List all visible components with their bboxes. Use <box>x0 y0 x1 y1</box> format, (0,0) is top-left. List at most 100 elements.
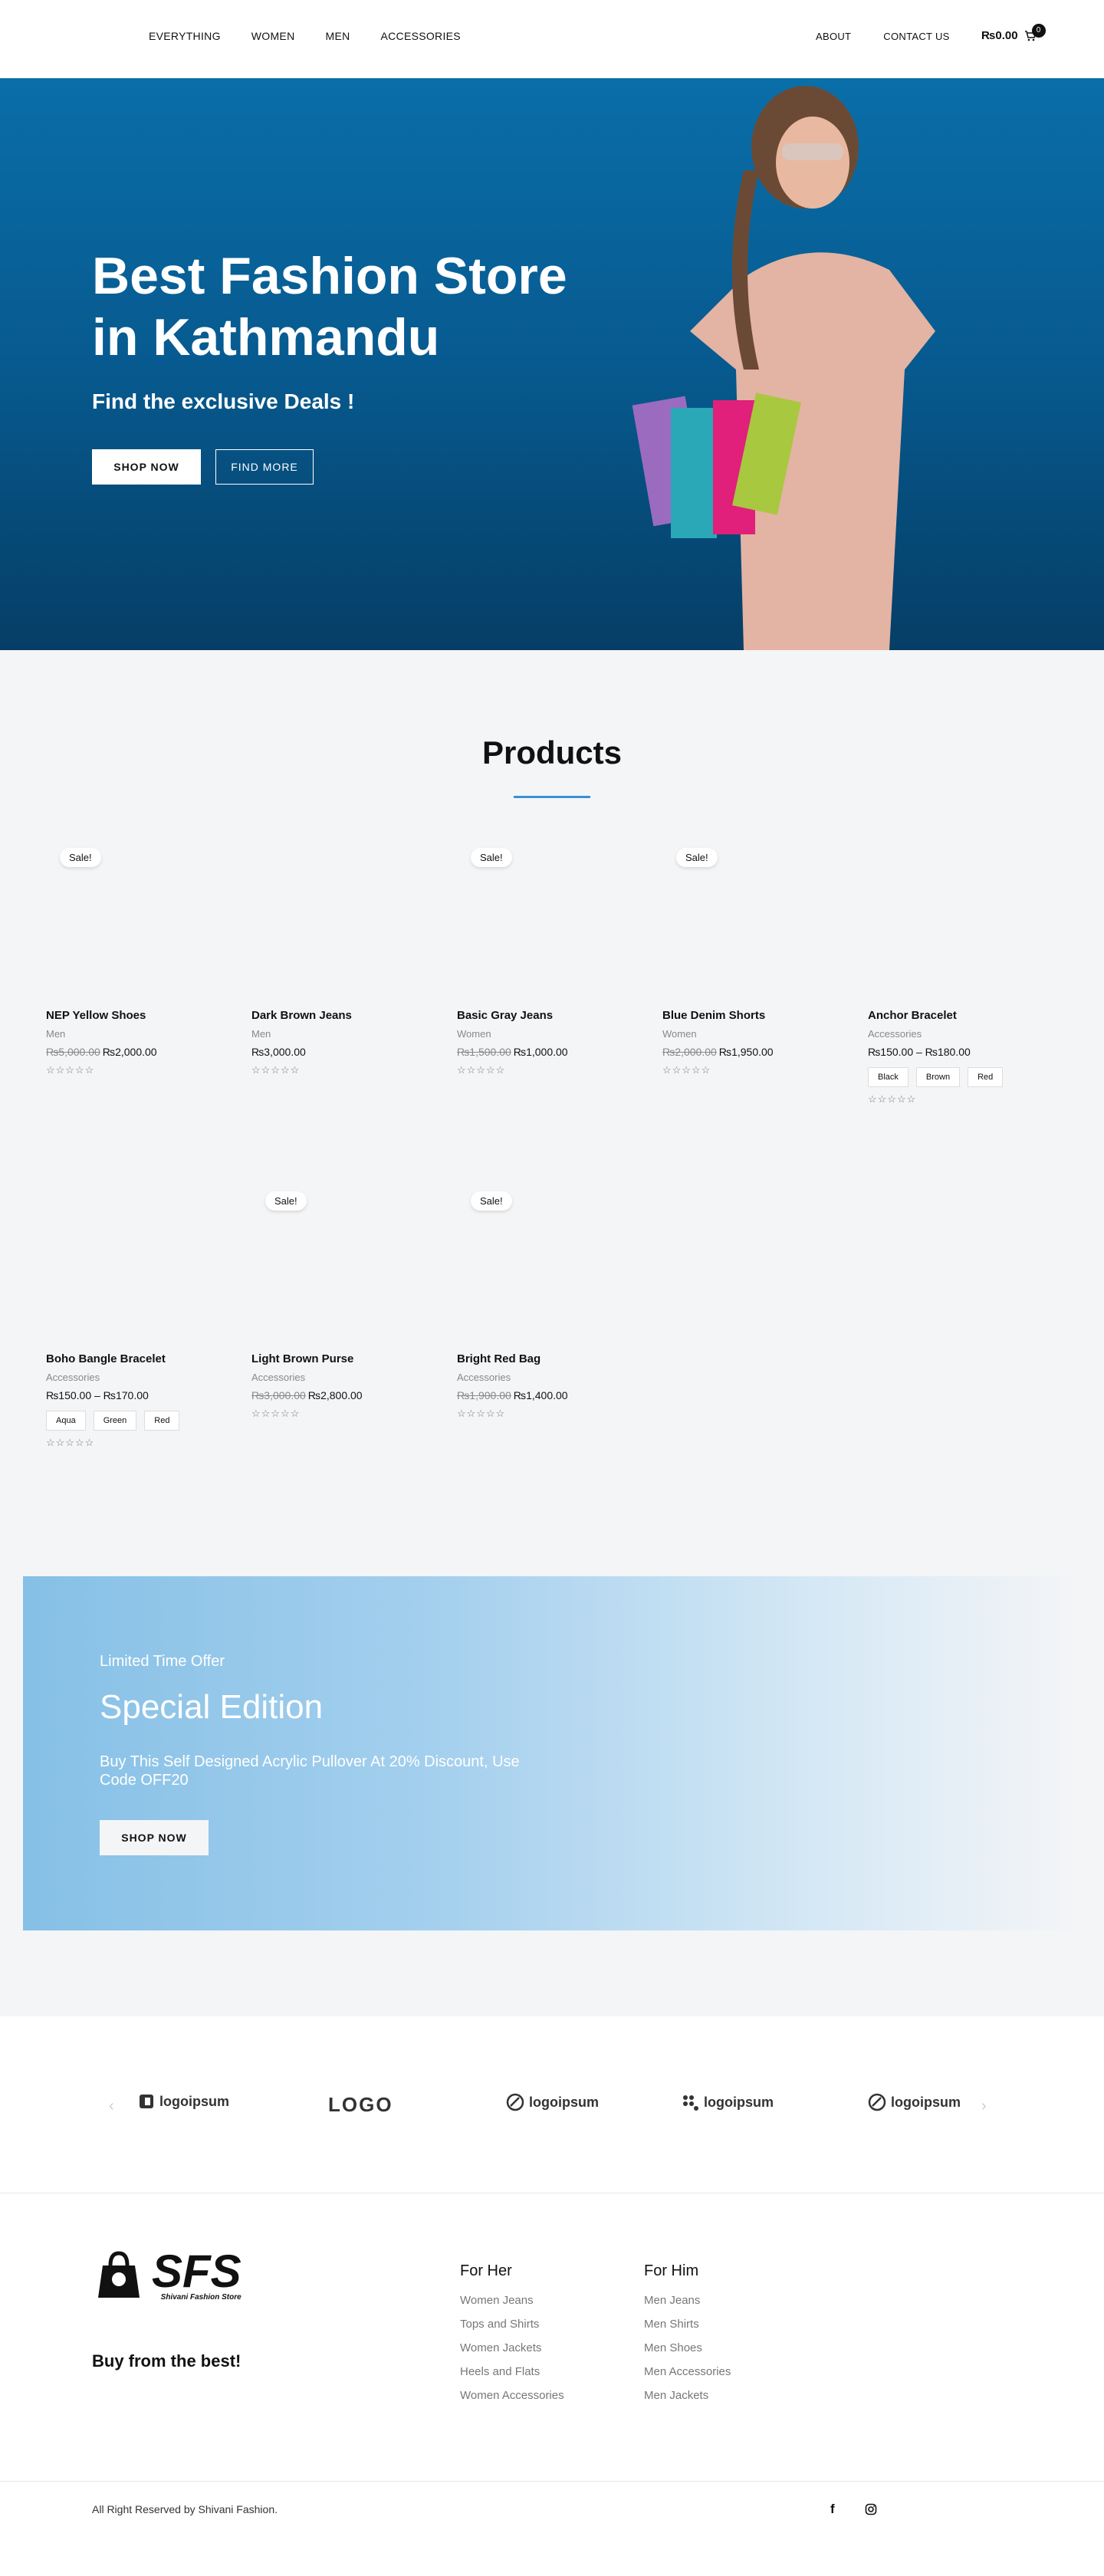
footer-column-title: For Him <box>644 2262 699 2279</box>
cart-total: ₨0.00 <box>981 29 1018 42</box>
product-name[interactable]: Anchor Bracelet <box>868 1009 1029 1022</box>
main-nav: EVERYTHING WOMEN MEN ACCESSORIES <box>149 30 461 42</box>
promo-description: Buy This Self Designed Acrylic Pullover … <box>100 1753 520 1789</box>
footer-link[interactable]: Men Jeans <box>644 2294 731 2307</box>
swatch-option[interactable]: Red <box>144 1411 180 1431</box>
original-price: ₨1,500.00 <box>457 1046 511 1058</box>
product-card[interactable]: Boho Bangle Bracelet Accessories ₨150.00… <box>46 1181 207 1449</box>
original-price: ₨3,000.00 <box>251 1389 306 1401</box>
swatch-option[interactable]: Green <box>93 1411 137 1431</box>
site-footer: SFS Shivani Fashion Store Buy from the b… <box>0 2193 1104 2481</box>
footer-link[interactable]: Men Jackets <box>644 2389 731 2402</box>
footer-link[interactable]: Women Accessories <box>460 2389 564 2402</box>
product-price: ₨150.00 – ₨170.00 <box>46 1389 149 1401</box>
variation-swatches: Aqua Green Red <box>46 1411 207 1431</box>
product-category[interactable]: Accessories <box>868 1028 1029 1040</box>
shop-now-button[interactable]: SHOP NOW <box>92 449 201 485</box>
swatch-option[interactable]: Black <box>868 1067 909 1087</box>
footer-tagline: Buy from the best! <box>92 2351 242 2371</box>
sale-price: ₨2,000.00 <box>102 1046 157 1058</box>
hero-model-image <box>632 86 935 650</box>
product-category[interactable]: Women <box>457 1028 618 1040</box>
product-category[interactable]: Accessories <box>457 1372 618 1383</box>
footer-link[interactable]: Men Shirts <box>644 2318 731 2331</box>
partner-logo-text: LOGO <box>328 2093 393 2116</box>
footer-link[interactable]: Women Jackets <box>460 2341 564 2354</box>
secondary-nav: ABOUT CONTACT US <box>816 31 950 42</box>
carousel-next-arrow[interactable]: › <box>981 2098 987 2115</box>
footer-logo[interactable]: SFS Shivani Fashion Store <box>92 2248 242 2302</box>
product-price: ₨3,000.00 ₨2,800.00 <box>251 1389 412 1401</box>
rating-stars: ☆☆☆☆☆ <box>457 1408 506 1419</box>
nav-about[interactable]: ABOUT <box>816 31 851 42</box>
product-card[interactable]: Sale! Bright Red Bag Accessories ₨1,900.… <box>457 1181 618 1420</box>
product-card[interactable]: Sale! NEP Yellow Shoes Men ₨5,000.00 ₨2,0… <box>46 837 207 1076</box>
nav-everything[interactable]: EVERYTHING <box>149 30 221 42</box>
product-name[interactable]: Boho Bangle Bracelet <box>46 1352 207 1365</box>
product-category[interactable]: Accessories <box>251 1372 412 1383</box>
nav-contact[interactable]: CONTACT US <box>883 31 949 42</box>
product-image[interactable] <box>251 837 412 1006</box>
product-name[interactable]: Dark Brown Jeans <box>251 1009 412 1022</box>
footer-link[interactable]: Women Jeans <box>460 2294 564 2307</box>
footer-link[interactable]: Men Shoes <box>644 2341 731 2354</box>
product-image[interactable]: Sale! <box>662 837 823 1006</box>
footer-link[interactable]: Tops and Shirts <box>460 2318 564 2331</box>
swatch-option[interactable]: Brown <box>915 1067 961 1087</box>
products-heading: Products <box>481 734 623 770</box>
carousel-prev-arrow[interactable]: ‹ <box>109 2098 114 2115</box>
product-name[interactable]: Basic Gray Jeans <box>457 1009 618 1022</box>
product-category[interactable]: Accessories <box>46 1372 207 1383</box>
copyright-text: All Right Reserved by Shivani Fashion. <box>92 2503 278 2515</box>
product-card[interactable]: Sale! Blue Denim Shorts Women ₨2,000.00 ₨… <box>662 837 823 1076</box>
partner-logo: LOGO <box>328 2093 393 2117</box>
nav-accessories[interactable]: ACCESSORIES <box>381 30 461 42</box>
product-price: ₨1,500.00 ₨1,000.00 <box>457 1046 618 1058</box>
product-card[interactable]: Sale! Light Brown Purse Accessories ₨3,0… <box>251 1181 412 1420</box>
shopping-bag-logo-icon <box>98 2251 140 2298</box>
product-card[interactable]: Sale! Basic Gray Jeans Women ₨1,500.00 ₨1… <box>457 837 618 1076</box>
product-name[interactable]: Light Brown Purse <box>251 1352 412 1365</box>
product-category[interactable]: Men <box>46 1028 207 1040</box>
swatch-option[interactable]: Aqua <box>46 1411 86 1431</box>
partner-logo-text: logoipsum <box>159 2093 229 2109</box>
sale-price: ₨1,950.00 <box>718 1046 774 1058</box>
product-category[interactable]: Men <box>251 1028 412 1040</box>
product-image[interactable]: Sale! <box>457 837 618 1006</box>
rating-stars: ☆☆☆☆☆ <box>251 1064 301 1076</box>
rating-stars: ☆☆☆☆☆ <box>46 1437 95 1448</box>
product-image[interactable]: Sale! <box>457 1181 618 1349</box>
footer-link[interactable]: Heels and Flats <box>460 2365 564 2378</box>
product-image[interactable]: Sale! <box>251 1181 412 1349</box>
swatch-option[interactable]: Red <box>968 1067 1004 1087</box>
product-card[interactable]: Anchor Bracelet Accessories ₨150.00 – ₨1… <box>868 837 1029 1106</box>
facebook-icon[interactable]: f <box>830 2502 835 2517</box>
instagram-icon[interactable] <box>865 2503 877 2519</box>
product-category[interactable]: Women <box>662 1028 823 1040</box>
original-price: ₨2,000.00 <box>662 1046 717 1058</box>
sale-price: ₨2,800.00 <box>307 1389 363 1401</box>
product-name[interactable]: Bright Red Bag <box>457 1352 618 1365</box>
promo-shop-now-button[interactable]: SHOP NOW <box>100 1820 209 1855</box>
product-card[interactable]: Dark Brown Jeans Men ₨3,000.00 ☆☆☆☆☆ <box>251 837 412 1076</box>
partner-logo-text: logoipsum <box>529 2094 599 2110</box>
partner-logo: logoipsum <box>138 2093 229 2110</box>
cart-button[interactable]: ₨0.00 0 <box>981 23 1046 42</box>
product-image[interactable] <box>46 1181 207 1349</box>
product-image[interactable] <box>868 837 1029 1006</box>
sale-badge: Sale! <box>471 848 512 867</box>
footer-column-title: For Her <box>460 2262 512 2279</box>
nav-women[interactable]: WOMEN <box>251 30 295 42</box>
promo-eyebrow: Limited Time Offer <box>100 1653 225 1670</box>
find-more-button[interactable]: FIND MORE <box>215 449 314 485</box>
hero-title: Best Fashion Store in Kathmandu <box>92 247 567 366</box>
product-name[interactable]: NEP Yellow Shoes <box>46 1009 207 1022</box>
product-image[interactable]: Sale! <box>46 837 207 1006</box>
rating-stars: ☆☆☆☆☆ <box>251 1408 301 1419</box>
footer-link[interactable]: Men Accessories <box>644 2365 731 2378</box>
nav-men[interactable]: MEN <box>325 30 350 42</box>
product-name[interactable]: Blue Denim Shorts <box>662 1009 823 1022</box>
product-price: ₨3,000.00 <box>251 1046 306 1058</box>
footer-brand-sub: Shivani Fashion Store <box>160 2292 242 2302</box>
hero-subtitle: Find the exclusive Deals ! <box>92 389 355 413</box>
